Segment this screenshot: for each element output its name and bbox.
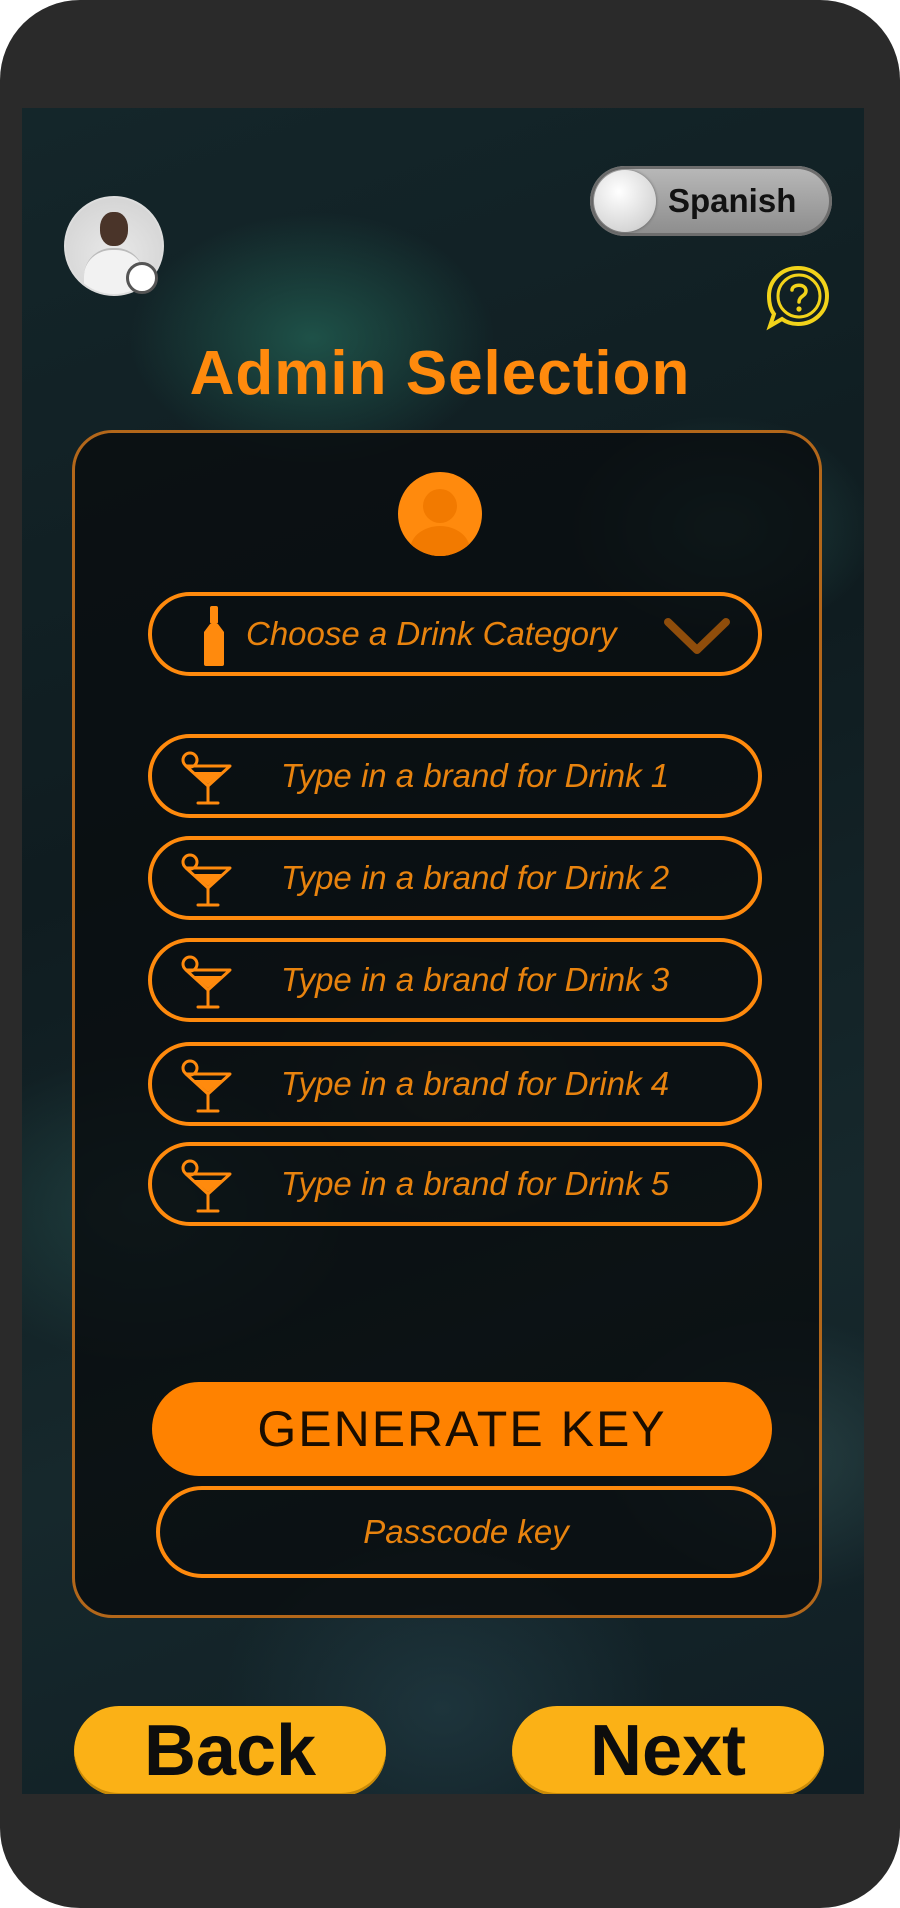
avatar-head: [100, 212, 128, 246]
passcode-field[interactable]: Passcode key: [156, 1486, 776, 1578]
avatar-status-dot: [126, 262, 158, 294]
generate-key-button[interactable]: GENERATE KEY: [152, 1382, 772, 1476]
brand-input-5[interactable]: Type in a brand for Drink 5: [148, 1142, 762, 1226]
user-icon: [398, 472, 482, 556]
app-screen: Spanish Admin Selection Choose a Drink C…: [22, 108, 864, 1794]
brand-placeholder-1: Type in a brand for Drink 1: [280, 757, 670, 794]
passcode-placeholder: Passcode key: [363, 1513, 569, 1550]
back-button[interactable]: Back: [74, 1706, 386, 1794]
help-chat-icon[interactable]: [762, 262, 834, 334]
toggle-knob[interactable]: [594, 170, 656, 232]
brand-input-4[interactable]: Type in a brand for Drink 4: [148, 1042, 762, 1126]
phone-frame: Spanish Admin Selection Choose a Drink C…: [0, 0, 900, 1908]
page-title: Admin Selection: [189, 339, 691, 408]
brand-placeholder-5: Type in a brand for Drink 5: [280, 1165, 670, 1202]
drink-category-select[interactable]: Choose a Drink Category: [148, 592, 762, 676]
language-toggle[interactable]: Spanish: [590, 166, 832, 236]
brand-placeholder-3: Type in a brand for Drink 3: [280, 961, 670, 998]
language-toggle-label: Spanish: [668, 182, 797, 219]
chevron-down-icon[interactable]: [664, 616, 730, 656]
brand-placeholder-4: Type in a brand for Drink 4: [280, 1065, 670, 1102]
brand-input-1[interactable]: Type in a brand for Drink 1: [148, 734, 762, 818]
next-button[interactable]: Next: [512, 1706, 824, 1794]
brand-placeholder-2: Type in a brand for Drink 2: [280, 859, 670, 896]
brand-input-2[interactable]: Type in a brand for Drink 2: [148, 836, 762, 920]
brand-input-3[interactable]: Type in a brand for Drink 3: [148, 938, 762, 1022]
